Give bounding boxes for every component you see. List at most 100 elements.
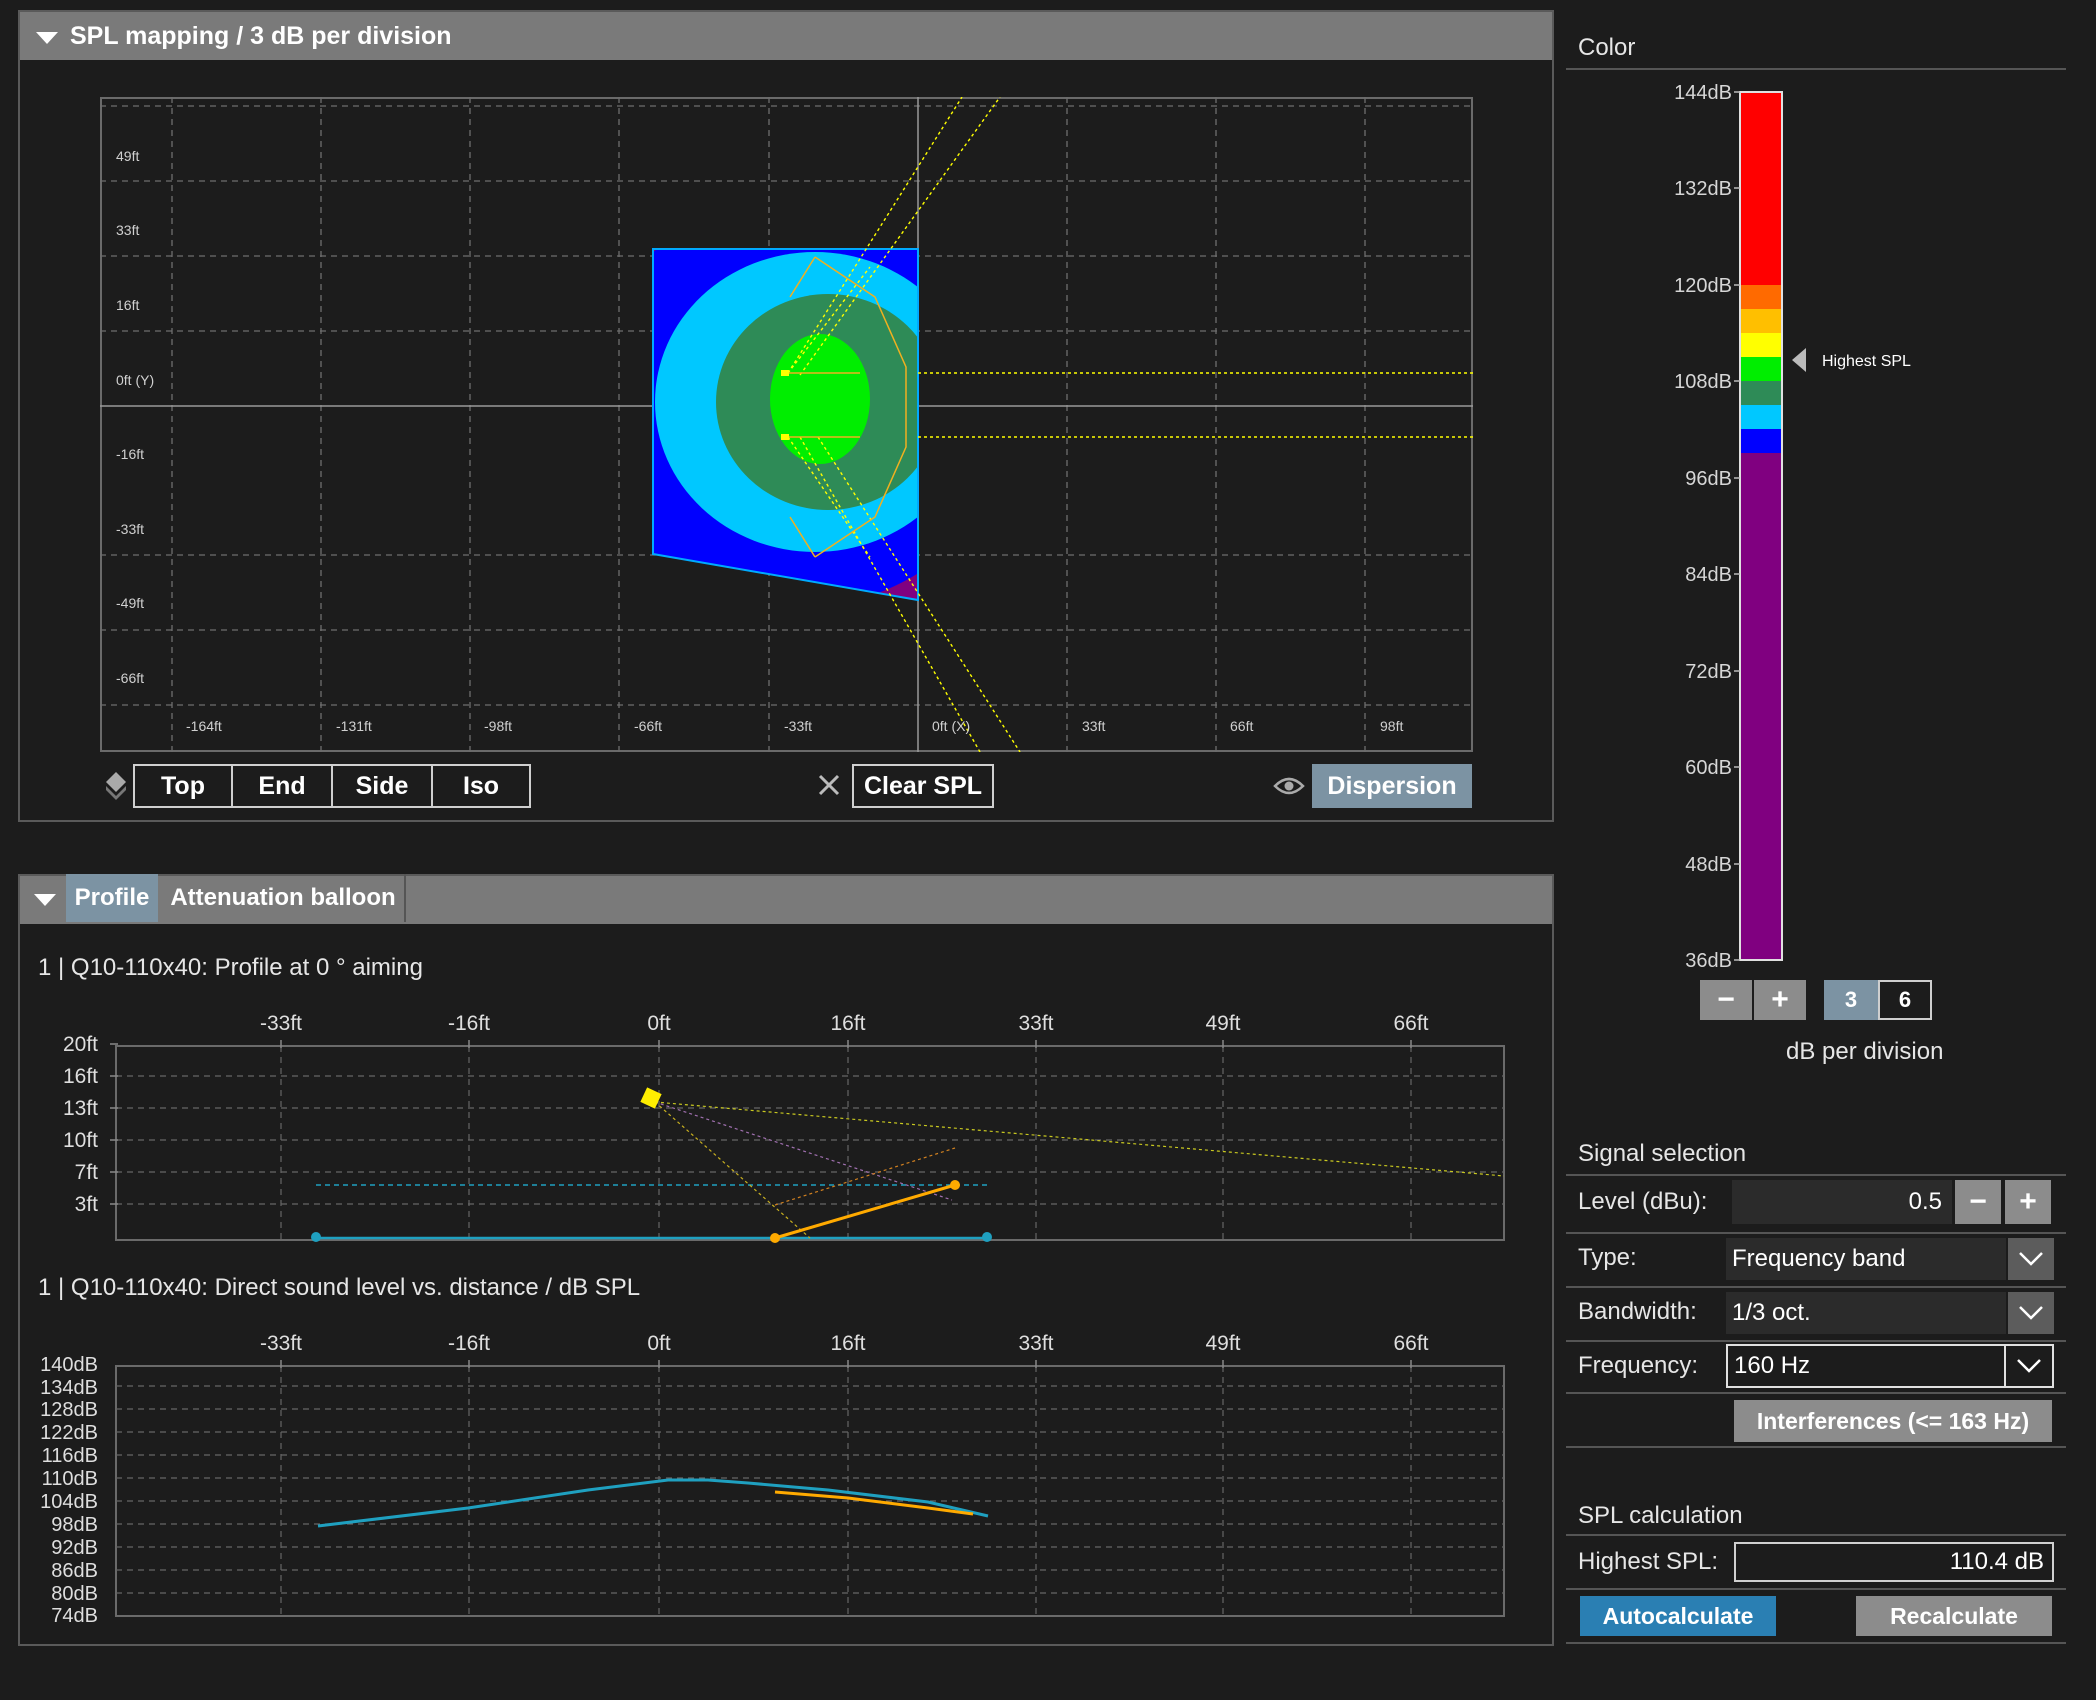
tab-attenuation-balloon[interactable]: Attenuation balloon xyxy=(162,874,406,922)
direct-x-label: 33ft xyxy=(1018,1332,1053,1355)
map-x-label: -66ft xyxy=(634,718,662,734)
level-input[interactable]: 0.5 xyxy=(1732,1180,1952,1224)
close-icon[interactable] xyxy=(817,773,841,797)
division-plus-button[interactable]: + xyxy=(1754,980,1806,1020)
profile-x-label: -16ft xyxy=(448,1012,490,1035)
level-minus-button[interactable]: − xyxy=(1955,1180,2001,1224)
frequency-label: Frequency: xyxy=(1578,1352,1699,1379)
spl-panel-header[interactable]: SPL mapping / 3 dB per division xyxy=(20,12,1552,60)
profile-x-label: 66ft xyxy=(1393,1012,1428,1035)
bandwidth-label: Bandwidth: xyxy=(1578,1298,1697,1325)
spl-calc-section-title: SPL calculation xyxy=(1578,1502,1743,1529)
highest-spl-label: Highest SPL: xyxy=(1578,1548,1719,1575)
autocalculate-button[interactable]: Autocalculate xyxy=(1580,1596,1776,1636)
spl-panel-title: SPL mapping / 3 dB per division xyxy=(70,22,452,50)
divider xyxy=(1566,1232,2066,1234)
layers-icon[interactable] xyxy=(104,770,128,802)
highest-spl-value: 110.4 dB xyxy=(1734,1542,2054,1582)
type-select[interactable]: Frequency band xyxy=(1726,1238,2006,1280)
highest-spl-marker-label: Highest SPL xyxy=(1822,353,1911,370)
map-y-label: 49ft xyxy=(116,148,139,164)
bandwidth-select[interactable]: 1/3 oct. xyxy=(1726,1292,2006,1334)
collapse-triangle-icon[interactable] xyxy=(34,894,56,906)
eye-icon[interactable] xyxy=(1273,774,1305,798)
profile-chart[interactable]: -33ft -16ft 0ft 16ft 33ft 49ft 66ft 20ft… xyxy=(40,1000,1510,1245)
view-side-button[interactable]: Side xyxy=(331,764,433,808)
divider xyxy=(1566,1534,2066,1536)
divider xyxy=(1566,1392,2066,1394)
dispersion-toggle-button[interactable]: Dispersion xyxy=(1312,764,1472,808)
map-y-label: -33ft xyxy=(116,521,144,537)
direct-y-label: 86dB xyxy=(51,1560,98,1582)
direct-y-label: 140dB xyxy=(40,1354,98,1376)
profile-x-label: 33ft xyxy=(1018,1012,1053,1035)
scale-label: 36dB xyxy=(1685,950,1732,970)
frequency-select[interactable]: 160 Hz xyxy=(1726,1344,2006,1388)
color-band-yellow xyxy=(1740,333,1782,357)
scale-label: 120dB xyxy=(1674,275,1732,297)
direct-y-label: 92dB xyxy=(51,1537,98,1559)
color-band-purple xyxy=(1740,453,1782,960)
division-minus-button[interactable]: − xyxy=(1700,980,1752,1020)
view-top-button[interactable]: Top xyxy=(133,764,233,808)
divider xyxy=(1566,68,2066,70)
frequency-dropdown-button[interactable] xyxy=(2006,1344,2054,1388)
color-band-orange xyxy=(1740,285,1782,309)
direct-y-label: 128dB xyxy=(40,1399,98,1421)
clear-spl-button[interactable]: Clear SPL xyxy=(852,764,994,808)
bandwidth-dropdown-button[interactable] xyxy=(2008,1292,2054,1334)
direct-y-label: 122dB xyxy=(40,1422,98,1444)
interferences-button[interactable]: Interferences (<= 163 Hz) xyxy=(1734,1400,2052,1442)
division-option-6[interactable]: 6 xyxy=(1878,980,1932,1020)
profile-chart-title: 1 | Q10-110x40: Profile at 0 ° aiming xyxy=(38,954,423,981)
recalculate-button[interactable]: Recalculate xyxy=(1856,1596,2052,1636)
direct-y-label: 134dB xyxy=(40,1377,98,1399)
color-band-green xyxy=(1740,357,1782,381)
signal-section-title: Signal selection xyxy=(1578,1140,1747,1167)
chevron-down-icon xyxy=(2019,1252,2043,1266)
view-end-button[interactable]: End xyxy=(231,764,333,808)
direct-x-label: 0ft xyxy=(647,1332,671,1355)
map-x-label: -131ft xyxy=(336,718,372,734)
color-band-cyan xyxy=(1740,405,1782,429)
direct-sound-chart[interactable]: -33ft -16ft 0ft 16ft 33ft 49ft 66ft 140d… xyxy=(28,1320,1510,1630)
map-x-label: -33ft xyxy=(784,718,812,734)
profile-y-label: 16ft xyxy=(63,1065,98,1088)
divider xyxy=(1566,1446,2066,1448)
division-option-3[interactable]: 3 xyxy=(1824,980,1878,1020)
scale-label: 108dB xyxy=(1674,371,1732,393)
profile-y-label: 10ft xyxy=(63,1129,98,1152)
color-band-amber xyxy=(1740,309,1782,333)
map-y-label: 16ft xyxy=(116,297,139,313)
color-band-blue xyxy=(1740,429,1782,453)
type-dropdown-button[interactable] xyxy=(2008,1238,2054,1280)
direct-sound-chart-title: 1 | Q10-110x40: Direct sound level vs. d… xyxy=(38,1274,641,1301)
color-section-title: Color xyxy=(1578,34,1636,61)
divider xyxy=(1566,1340,2066,1342)
map-x-label: -98ft xyxy=(484,718,512,734)
tab-profile[interactable]: Profile xyxy=(66,874,158,922)
profile-x-label: -33ft xyxy=(260,1012,302,1035)
map-y-label: -66ft xyxy=(116,670,144,686)
direct-x-label: 66ft xyxy=(1393,1332,1428,1355)
color-scale: 144dB 132dB 120dB 108dB 96dB 84dB 72dB 6… xyxy=(1674,82,1911,970)
profile-y-label: 7ft xyxy=(75,1161,99,1184)
profile-x-label: 0ft xyxy=(647,1012,671,1035)
direct-x-label: -33ft xyxy=(260,1332,302,1355)
scale-label: 96dB xyxy=(1685,468,1732,490)
chevron-down-icon xyxy=(2017,1359,2041,1373)
scale-label: 48dB xyxy=(1685,854,1732,876)
direct-x-label: -16ft xyxy=(448,1332,490,1355)
divider xyxy=(1566,1642,2066,1644)
spl-map-plot[interactable]: 49ft 33ft 16ft 0ft (Y) -16ft -33ft -49ft… xyxy=(100,97,1473,752)
profile-y-label: 13ft xyxy=(63,1097,98,1120)
level-label: Level (dBu): xyxy=(1578,1188,1708,1215)
profile-y-label: 20ft xyxy=(63,1033,98,1056)
direct-y-label: 116dB xyxy=(42,1445,98,1467)
level-plus-button[interactable]: + xyxy=(2005,1180,2051,1224)
collapse-triangle-icon[interactable] xyxy=(36,32,58,44)
direct-y-label: 98dB xyxy=(51,1514,98,1536)
view-iso-button[interactable]: Iso xyxy=(431,764,531,808)
divider xyxy=(1566,1286,2066,1288)
highest-spl-marker-icon xyxy=(1792,348,1806,372)
